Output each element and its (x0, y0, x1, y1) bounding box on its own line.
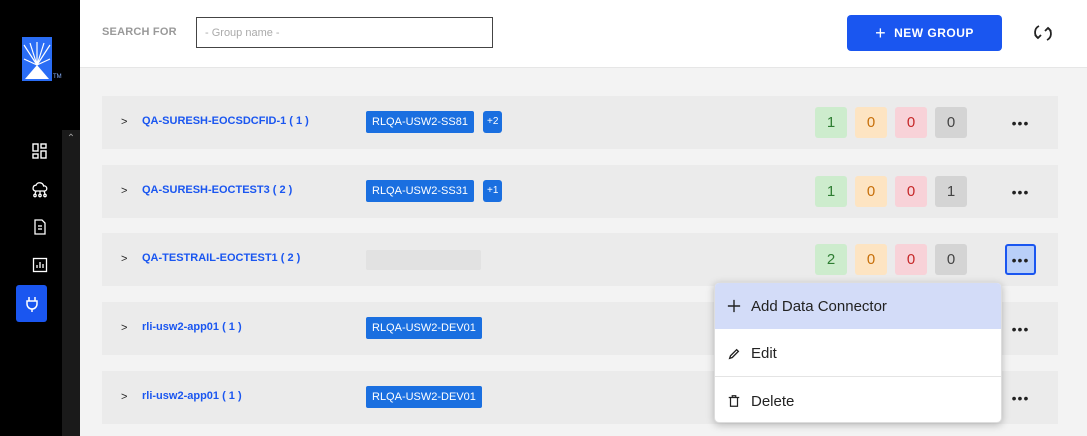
menu-item-delete[interactable]: Delete (715, 378, 1001, 422)
menu-item-label: Add Data Connector (751, 297, 887, 315)
chevron-right-icon[interactable]: > (121, 252, 131, 266)
top-toolbar: SEARCH FOR + NEW GROUP (80, 0, 1087, 68)
nav-reports[interactable] (26, 251, 54, 279)
status-count-success: 1 (815, 107, 847, 138)
main-content: SEARCH FOR + NEW GROUP > QA-SURESH-EOCSD… (80, 0, 1087, 436)
row-actions-button[interactable]: ••• (1005, 382, 1036, 413)
chevron-right-icon[interactable]: > (121, 321, 131, 335)
search-label: SEARCH FOR (102, 26, 177, 38)
status-count-inactive: 0 (935, 244, 967, 275)
more-horizontal-icon: ••• (1011, 183, 1030, 200)
new-group-label: NEW GROUP (894, 26, 974, 40)
status-count-error: 0 (895, 244, 927, 275)
plug-icon (25, 296, 38, 312)
connector-tag: RLQA-USW2-DEV01 (366, 386, 482, 408)
group-name-link[interactable]: QA-SURESH-EOCSDCFID-1 ( 1 ) (142, 115, 309, 127)
group-name-link[interactable]: rli-usw2-app01 ( 1 ) (142, 390, 242, 402)
document-icon (34, 219, 46, 235)
row-actions-button[interactable]: ••• (1005, 244, 1036, 275)
group-row[interactable]: > QA-SURESH-EOCTEST3 ( 2 ) RLQA-USW2-SS3… (102, 165, 1058, 218)
status-count-inactive: 1 (935, 176, 967, 207)
status-count-inactive: 0 (935, 107, 967, 138)
connector-tag: RLQA-USW2-SS31 (366, 180, 474, 202)
new-group-button[interactable]: + NEW GROUP (847, 15, 1002, 51)
trash-icon (727, 393, 741, 409)
group-name-link[interactable]: QA-TESTRAIL-EOCTEST1 ( 2 ) (142, 252, 300, 264)
plus-icon (727, 298, 741, 314)
status-count-warning: 0 (855, 107, 887, 138)
status-count-error: 0 (895, 176, 927, 207)
scroll-up-icon[interactable]: ⌃ (64, 132, 78, 146)
menu-item-label: Edit (751, 345, 777, 362)
more-horizontal-icon: ••• (1011, 114, 1030, 131)
menu-item-edit[interactable]: Edit (715, 331, 1001, 377)
row-actions-button[interactable]: ••• (1005, 107, 1036, 138)
connector-tag: RLQA-USW2-SS81 (366, 111, 474, 133)
cloud-network-icon (32, 182, 48, 198)
group-row[interactable]: > QA-TESTRAIL-EOCTEST1 ( 2 ) 2 0 0 0 ••• (102, 233, 1058, 286)
group-search-input[interactable] (196, 17, 493, 48)
refresh-icon (1034, 25, 1052, 41)
nav-documents[interactable] (26, 213, 54, 241)
sidebar: TM ⌃ (0, 0, 80, 436)
sidebar-scrollbar[interactable] (62, 130, 80, 436)
status-count-error: 0 (895, 107, 927, 138)
row-actions-menu: Add Data Connector Edit Delete (714, 282, 1002, 423)
group-name-link[interactable]: rli-usw2-app01 ( 1 ) (142, 321, 242, 333)
more-horizontal-icon: ••• (1011, 320, 1030, 337)
group-name-link[interactable]: QA-SURESH-EOCTEST3 ( 2 ) (142, 184, 292, 196)
nav-data-connectors[interactable] (16, 285, 47, 322)
dashboard-icon (32, 143, 47, 159)
nav-cloud[interactable] (26, 175, 54, 203)
status-count-warning: 0 (855, 244, 887, 275)
plus-icon: + (875, 23, 887, 43)
menu-item-label: Delete (751, 392, 795, 410)
nav-dashboard[interactable] (26, 137, 54, 165)
brand-logo[interactable] (22, 37, 52, 81)
chevron-right-icon[interactable]: > (121, 115, 131, 129)
group-row[interactable]: > QA-SURESH-EOCSDCFID-1 ( 1 ) RLQA-USW2-… (102, 96, 1058, 149)
row-actions-button[interactable]: ••• (1005, 313, 1036, 344)
loading-tag-placeholder (366, 250, 481, 270)
pencil-icon (727, 346, 741, 362)
refresh-button[interactable] (1031, 22, 1055, 44)
connector-tag: RLQA-USW2-DEV01 (366, 317, 482, 339)
chevron-right-icon[interactable]: > (121, 390, 131, 404)
row-actions-button[interactable]: ••• (1005, 176, 1036, 207)
menu-item-add-data-connector[interactable]: Add Data Connector (715, 283, 1001, 329)
more-horizontal-icon: ••• (1011, 251, 1030, 268)
status-count-warning: 0 (855, 176, 887, 207)
more-tags-badge[interactable]: +2 (483, 111, 503, 133)
status-count-success: 2 (815, 244, 847, 275)
report-chart-icon (32, 257, 48, 273)
status-count-success: 1 (815, 176, 847, 207)
more-horizontal-icon: ••• (1011, 389, 1030, 406)
more-tags-badge[interactable]: +1 (483, 180, 503, 202)
app: TM ⌃ SEARCH FOR - Group name - + NEW GRO… (0, 0, 1087, 436)
chevron-right-icon[interactable]: > (121, 184, 131, 198)
trademark-mark: TM (53, 74, 62, 80)
